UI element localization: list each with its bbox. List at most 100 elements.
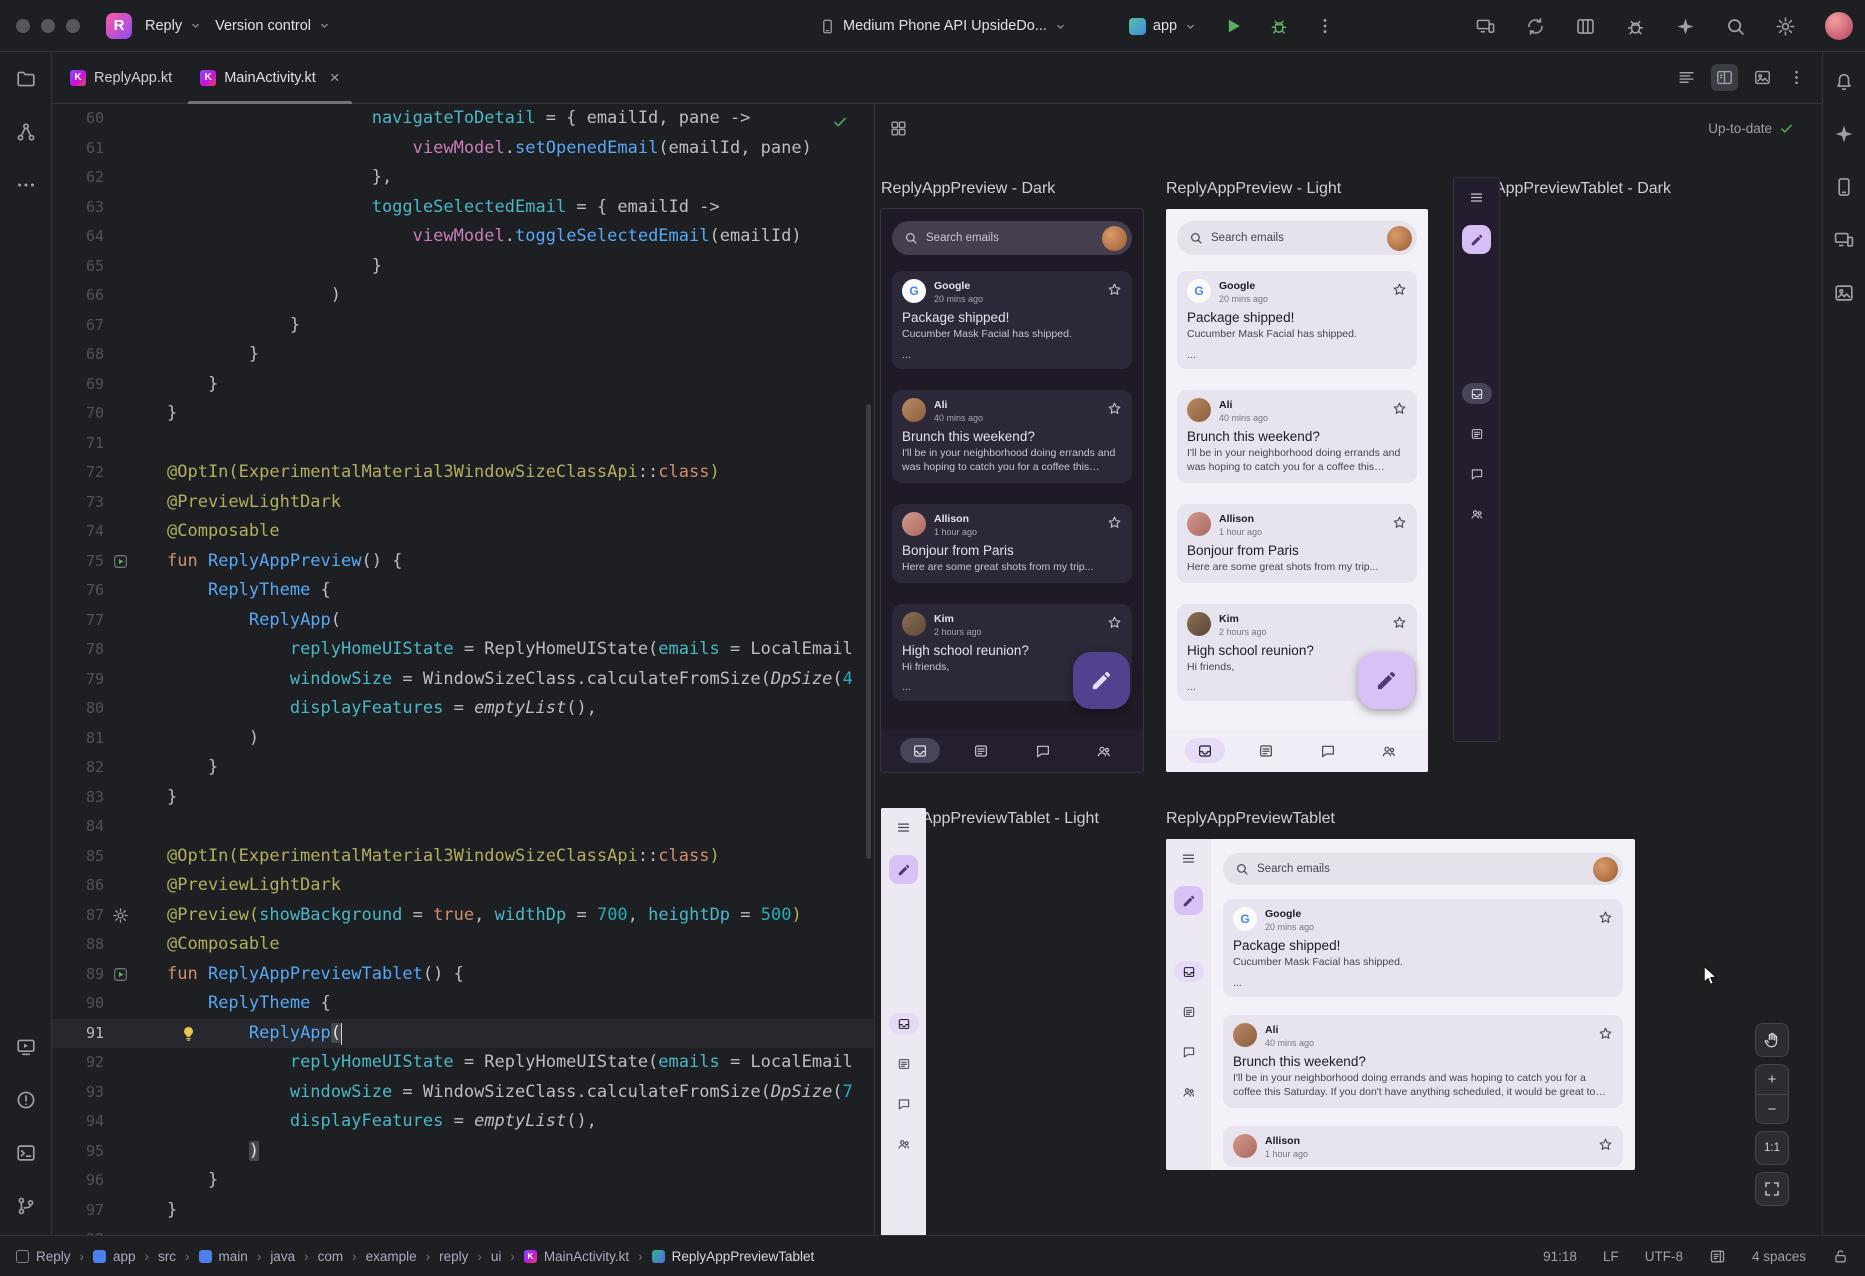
run-configuration-selector[interactable]: app [1129,18,1197,35]
line-number[interactable]: 76 [52,576,104,606]
search-everywhere-icon[interactable] [1725,16,1746,37]
code-line-61[interactable]: 61 viewModel.setOpenedEmail(emailId, pan… [52,134,874,164]
debug-button[interactable] [1269,16,1289,36]
editor-options-kebab-icon[interactable] [1787,68,1806,87]
compose-preview-gutter-icon[interactable] [112,966,129,983]
line-number[interactable]: 79 [52,665,104,695]
layout-inspector-icon[interactable] [1833,282,1855,304]
window-minimize-button[interactable] [41,19,55,33]
code-line-60[interactable]: 60 navigateToDetail = { emailId, pane -> [52,104,874,134]
line-number[interactable]: 75 [52,547,104,577]
compose-preview-gutter-icon[interactable] [112,553,129,570]
line-number[interactable]: 77 [52,606,104,636]
line-number[interactable]: 60 [52,104,104,134]
caret-position-widget[interactable]: 91:18 [1543,1249,1577,1264]
project-selector[interactable]: Reply [145,18,202,34]
running-devices-tool-icon[interactable] [1833,229,1855,251]
code-line-80[interactable]: 80 displayFeatures = emptyList(), [52,694,874,724]
preview-card[interactable]: Search emailsGoogle20 mins agoPackage sh… [1166,839,1635,1170]
line-number[interactable]: 85 [52,842,104,872]
inspections-ok-icon[interactable] [832,114,848,130]
code-line-83[interactable]: 83} [52,783,874,813]
line-number[interactable]: 97 [52,1196,104,1226]
breadcrumb-item[interactable]: ReplyAppPreviewTablet [652,1249,815,1264]
file-writable-icon[interactable] [1832,1248,1849,1265]
design-mode-icon[interactable] [1753,68,1772,87]
breadcrumb-item[interactable]: reply [439,1249,468,1264]
pan-tool-button[interactable] [1755,1023,1789,1057]
line-number[interactable]: 63 [52,193,104,223]
device-manager-icon[interactable] [1833,176,1855,198]
breadcrumb-item[interactable]: example [366,1249,417,1264]
notifications-bell-icon[interactable] [1833,70,1855,92]
line-number[interactable]: 96 [52,1166,104,1196]
code-line-98[interactable]: 98 [52,1225,874,1235]
breadcrumb-item[interactable]: src [158,1249,176,1264]
line-number[interactable]: 89 [52,960,104,990]
line-number[interactable]: 69 [52,370,104,400]
line-number[interactable]: 95 [52,1137,104,1167]
code-line-71[interactable]: 71 [52,429,874,459]
settings-gear-icon[interactable] [1775,16,1796,37]
breadcrumb-item[interactable]: Reply [16,1249,71,1264]
preview-settings-gutter-icon[interactable] [112,907,129,924]
zoom-to-fit-button[interactable] [1755,1172,1789,1206]
code-line-95[interactable]: 95 ) [52,1137,874,1167]
code-line-79[interactable]: 79 windowSize = WindowSizeClass.calculat… [52,665,874,695]
zoom-actual-size-button[interactable]: 1:1 [1755,1131,1789,1165]
window-zoom-button[interactable] [66,19,80,33]
line-number[interactable]: 70 [52,399,104,429]
code-line-97[interactable]: 97} [52,1196,874,1226]
code-line-81[interactable]: 81 ) [52,724,874,754]
code-line-68[interactable]: 68 } [52,340,874,370]
code-line-76[interactable]: 76 ReplyTheme { [52,576,874,606]
line-number[interactable]: 68 [52,340,104,370]
zoom-in-button[interactable]: + [1755,1064,1789,1094]
profiler-icon[interactable] [1625,16,1646,37]
code-line-90[interactable]: 90 ReplyTheme { [52,989,874,1019]
line-number[interactable]: 87 [52,901,104,931]
line-number[interactable]: 61 [52,134,104,164]
version-control-tool-icon[interactable] [15,1195,37,1217]
run-button[interactable] [1223,16,1243,36]
problems-tool-icon[interactable] [15,1089,37,1111]
window-close-button[interactable] [16,19,30,33]
close-tab-icon[interactable] [330,69,340,86]
line-number[interactable]: 84 [52,812,104,842]
code-line-82[interactable]: 82 } [52,753,874,783]
code-line-72[interactable]: 72@OptIn(ExperimentalMaterial3WindowSize… [52,458,874,488]
line-number[interactable]: 82 [52,753,104,783]
code-mode-icon[interactable] [1677,68,1696,87]
code-line-70[interactable]: 70} [52,399,874,429]
project-tool-icon[interactable] [15,68,37,90]
code-line-65[interactable]: 65 } [52,252,874,282]
line-number[interactable]: 78 [52,635,104,665]
code-line-86[interactable]: 86@PreviewLightDark [52,871,874,901]
line-number[interactable]: 62 [52,163,104,193]
line-number[interactable]: 73 [52,488,104,518]
more-tool-windows-icon[interactable] [15,174,37,196]
preview-card[interactable]: Search emailsGoogle20 mins agoPackage sh… [1166,209,1428,772]
code-line-74[interactable]: 74@Composable [52,517,874,547]
line-number[interactable]: 67 [52,311,104,341]
line-number[interactable]: 74 [52,517,104,547]
code-line-96[interactable]: 96 } [52,1166,874,1196]
line-number[interactable]: 72 [52,458,104,488]
line-number[interactable]: 93 [52,1078,104,1108]
breadcrumb-item[interactable]: com [318,1249,344,1264]
code-line-75[interactable]: 75fun ReplyAppPreview() { [52,547,874,577]
more-run-actions-kebab-icon[interactable] [1315,16,1335,36]
code-line-84[interactable]: 84 [52,812,874,842]
line-separator-widget[interactable]: LF [1603,1249,1619,1264]
split-mode-icon[interactable] [1711,64,1738,91]
code-line-85[interactable]: 85@OptIn(ExperimentalMaterial3WindowSize… [52,842,874,872]
preview-card[interactable]: Search emailsGoogle20 mins agoPackage sh… [881,209,1143,772]
line-number[interactable]: 80 [52,694,104,724]
device-mirroring-icon[interactable] [1475,16,1496,37]
line-number[interactable]: 98 [52,1225,104,1235]
code-line-66[interactable]: 66 ) [52,281,874,311]
line-number[interactable]: 64 [52,222,104,252]
commit-tool-icon[interactable] [15,121,37,143]
code-line-91[interactable]: 91 ReplyApp( [52,1019,874,1049]
ai-assistant-icon[interactable] [1675,16,1696,37]
